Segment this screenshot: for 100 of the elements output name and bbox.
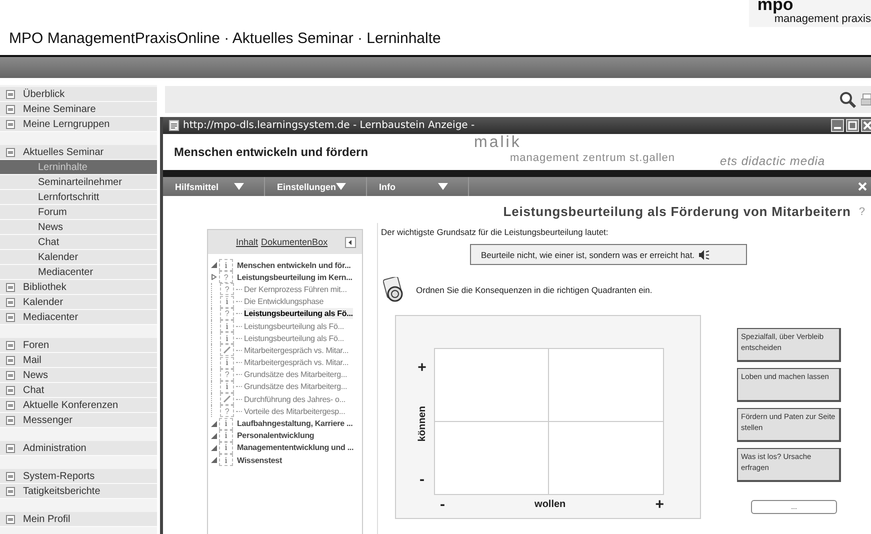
maximize-icon[interactable] xyxy=(846,119,859,132)
expander-icon[interactable] xyxy=(211,274,217,280)
panel-tab-link[interactable]: DokumentenBox xyxy=(261,237,328,247)
tree-item[interactable]: ? Grundsätze des Mitarbeiterg... xyxy=(211,368,362,381)
caret-icon xyxy=(336,183,346,190)
sidebar-item[interactable]: Chat xyxy=(0,383,157,398)
type-marker: i xyxy=(219,454,233,466)
type-marker: i xyxy=(220,332,234,344)
sidebar-subitem[interactable]: Forum xyxy=(0,205,157,220)
instruction-text: Ordnen Sie die Konsequenzen in die richtigen Quadranten ein. xyxy=(416,285,652,295)
sidebar-subitem[interactable]: Kalender xyxy=(0,250,157,265)
tile-icon xyxy=(6,416,15,424)
tile-icon xyxy=(6,104,15,114)
type-marker: ? xyxy=(219,271,233,284)
tile-icon xyxy=(6,444,15,452)
menu-button[interactable]: Hilfsmittel xyxy=(163,177,265,196)
tile-icon xyxy=(6,90,15,98)
expander-icon[interactable] xyxy=(211,420,217,427)
tree-item[interactable]: i Managemententwicklung und ... xyxy=(211,442,362,454)
sidebar-item[interactable]: Foren xyxy=(0,338,157,353)
tree-item[interactable]: i Menschen entwickeln und för... xyxy=(211,259,362,272)
search-icon[interactable] xyxy=(839,90,857,108)
sidebar-item[interactable]: Überblick xyxy=(0,87,157,102)
sidebar-item[interactable]: Aktuelles Seminar xyxy=(0,145,157,160)
sidebar-item[interactable]: Messenger xyxy=(0,413,157,428)
tree-item[interactable]: ? Leistungsbeurteilung im Kern... xyxy=(211,271,362,284)
sidebar-item[interactable]: Mediacenter xyxy=(0,310,157,325)
type-marker: i xyxy=(219,442,233,454)
expander-icon[interactable] xyxy=(211,457,217,464)
type-marker: i xyxy=(220,296,234,308)
expander-icon[interactable] xyxy=(211,432,217,439)
sidebar-item[interactable]: Mein Profil xyxy=(0,512,157,527)
pencil-icon xyxy=(220,393,234,406)
partner-logo-tagline: management zentrum st.gallen xyxy=(509,152,676,164)
tree-item[interactable]: Durchführung des Jahres- o... xyxy=(211,393,362,406)
type-marker: i xyxy=(220,320,234,332)
axis-minus-label: - xyxy=(440,497,445,512)
expander-icon[interactable] xyxy=(211,262,217,268)
tile-icon xyxy=(6,472,15,480)
menu-button[interactable]: Info xyxy=(367,177,469,196)
tree-item[interactable]: i Leistungsbeurteilung als Fö... xyxy=(211,332,362,344)
tree-item[interactable]: i Laufbahngestaltung, Karriere ... xyxy=(211,417,362,430)
window-title: http://mpo-dls.learningsystem.de - Lernbaustein Anzeige - xyxy=(183,120,476,131)
tile-icon xyxy=(6,514,15,524)
sidebar-item[interactable]: Kalender xyxy=(0,295,157,310)
sidebar-item[interactable]: News xyxy=(0,368,157,383)
tree-item[interactable]: i Grundsätze des Mitarbeiterg... xyxy=(211,380,362,394)
sidebar-item[interactable]: Bibliothek xyxy=(0,280,157,295)
sidebar-subitem[interactable]: Chat xyxy=(0,235,157,250)
tile-icon xyxy=(6,282,15,292)
tree-item[interactable]: ? Vorteile des Mitarbeitergesp... xyxy=(211,405,362,418)
type-marker: i xyxy=(219,430,233,442)
sidebar-item[interactable]: Mail xyxy=(0,353,157,368)
tree-item[interactable]: Mitarbeitergespräch vs. Mitar... xyxy=(211,344,362,356)
type-marker: ? xyxy=(220,283,234,296)
sidebar-subitem[interactable]: Lernfortschritt xyxy=(0,190,157,205)
sidebar-item[interactable]: Meine Seminare xyxy=(0,102,157,117)
type-marker: i xyxy=(220,380,234,393)
tree-item[interactable]: i Mitarbeitergespräch vs. Mitar... xyxy=(211,356,362,369)
pencil-icon xyxy=(220,344,234,356)
type-marker: ? xyxy=(220,405,234,418)
sidebar-subitem[interactable]: Seminarteilnehmer xyxy=(0,175,157,190)
expander-icon[interactable] xyxy=(211,444,217,451)
collapse-icon[interactable] xyxy=(345,236,356,248)
minimize-icon[interactable] xyxy=(831,119,844,132)
type-marker: i xyxy=(219,259,233,272)
tile-icon xyxy=(6,386,15,394)
caret-icon xyxy=(234,183,244,190)
intro-text: Der wichtigste Grundsatz für die Leistungsbeurteilung lautet: xyxy=(381,227,610,237)
tree-item[interactable]: i Wissenstest xyxy=(211,454,362,466)
caret-icon xyxy=(438,183,448,190)
tree-item[interactable]: ? Der Kernprozess Führen mit... xyxy=(211,283,362,296)
page-icon xyxy=(169,120,179,131)
y-axis-label: können xyxy=(416,406,428,442)
tile-icon xyxy=(6,298,15,306)
panel-tab-link[interactable]: Inhalt xyxy=(236,237,258,247)
axis-plus-label: + xyxy=(655,497,664,512)
axis-plus-label: + xyxy=(418,360,426,375)
logo-tagline: management praxis xyxy=(774,13,871,25)
sidebar-item[interactable]: Meine Lerngruppen xyxy=(0,117,157,132)
sidebar-item[interactable]: System-Reports xyxy=(0,469,157,484)
sidebar-item[interactable]: Tatigkeitsberichte xyxy=(0,484,157,499)
sidebar-item[interactable]: Aktuelle Konferenzen xyxy=(0,398,157,413)
type-marker: i xyxy=(219,418,233,430)
tile-icon xyxy=(6,400,15,410)
tree-item[interactable]: i Leistungsbeurteilung als Fö... xyxy=(211,320,362,332)
close-icon[interactable] xyxy=(861,119,871,132)
tile-icon xyxy=(6,312,15,322)
sidebar-subitem[interactable]: News xyxy=(0,220,157,235)
menu-button[interactable]: Einstellungen xyxy=(265,177,367,196)
type-marker: ? xyxy=(220,308,234,320)
tree-item[interactable]: i Personalentwicklung xyxy=(211,430,362,442)
partner-logo-name: malik xyxy=(474,134,522,152)
logo-name: mpo xyxy=(757,0,794,13)
axis-minus-label: - xyxy=(420,472,424,487)
sidebar-subitem[interactable]: Mediacenter xyxy=(0,265,157,280)
tree-item[interactable]: i Die Entwicklungsphase xyxy=(211,296,362,308)
speaker-icon[interactable] xyxy=(698,250,710,260)
sidebar-item[interactable]: Administration xyxy=(0,441,157,456)
tile-icon xyxy=(6,370,15,380)
